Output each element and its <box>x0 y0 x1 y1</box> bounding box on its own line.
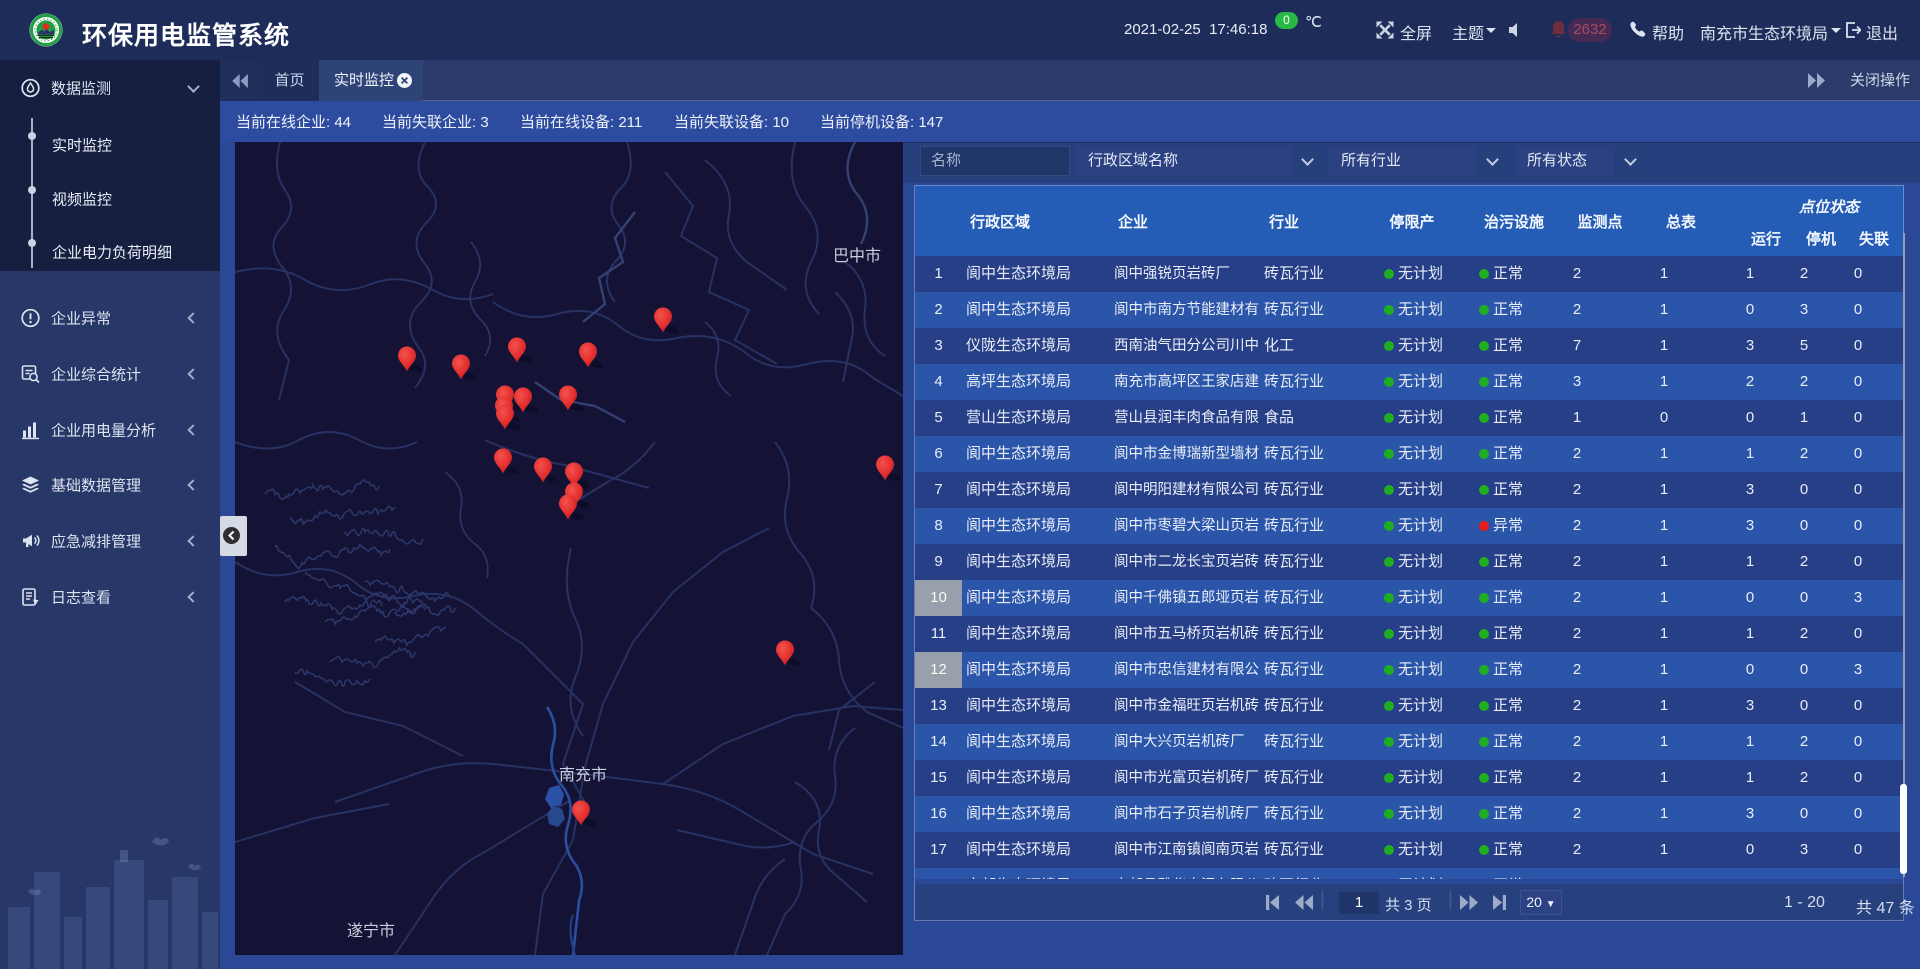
svg-text:南充市: 南充市 <box>559 766 607 784</box>
svg-text:遂宁市: 遂宁市 <box>347 922 395 940</box>
svg-text:巴中市: 巴中市 <box>833 247 881 265</box>
